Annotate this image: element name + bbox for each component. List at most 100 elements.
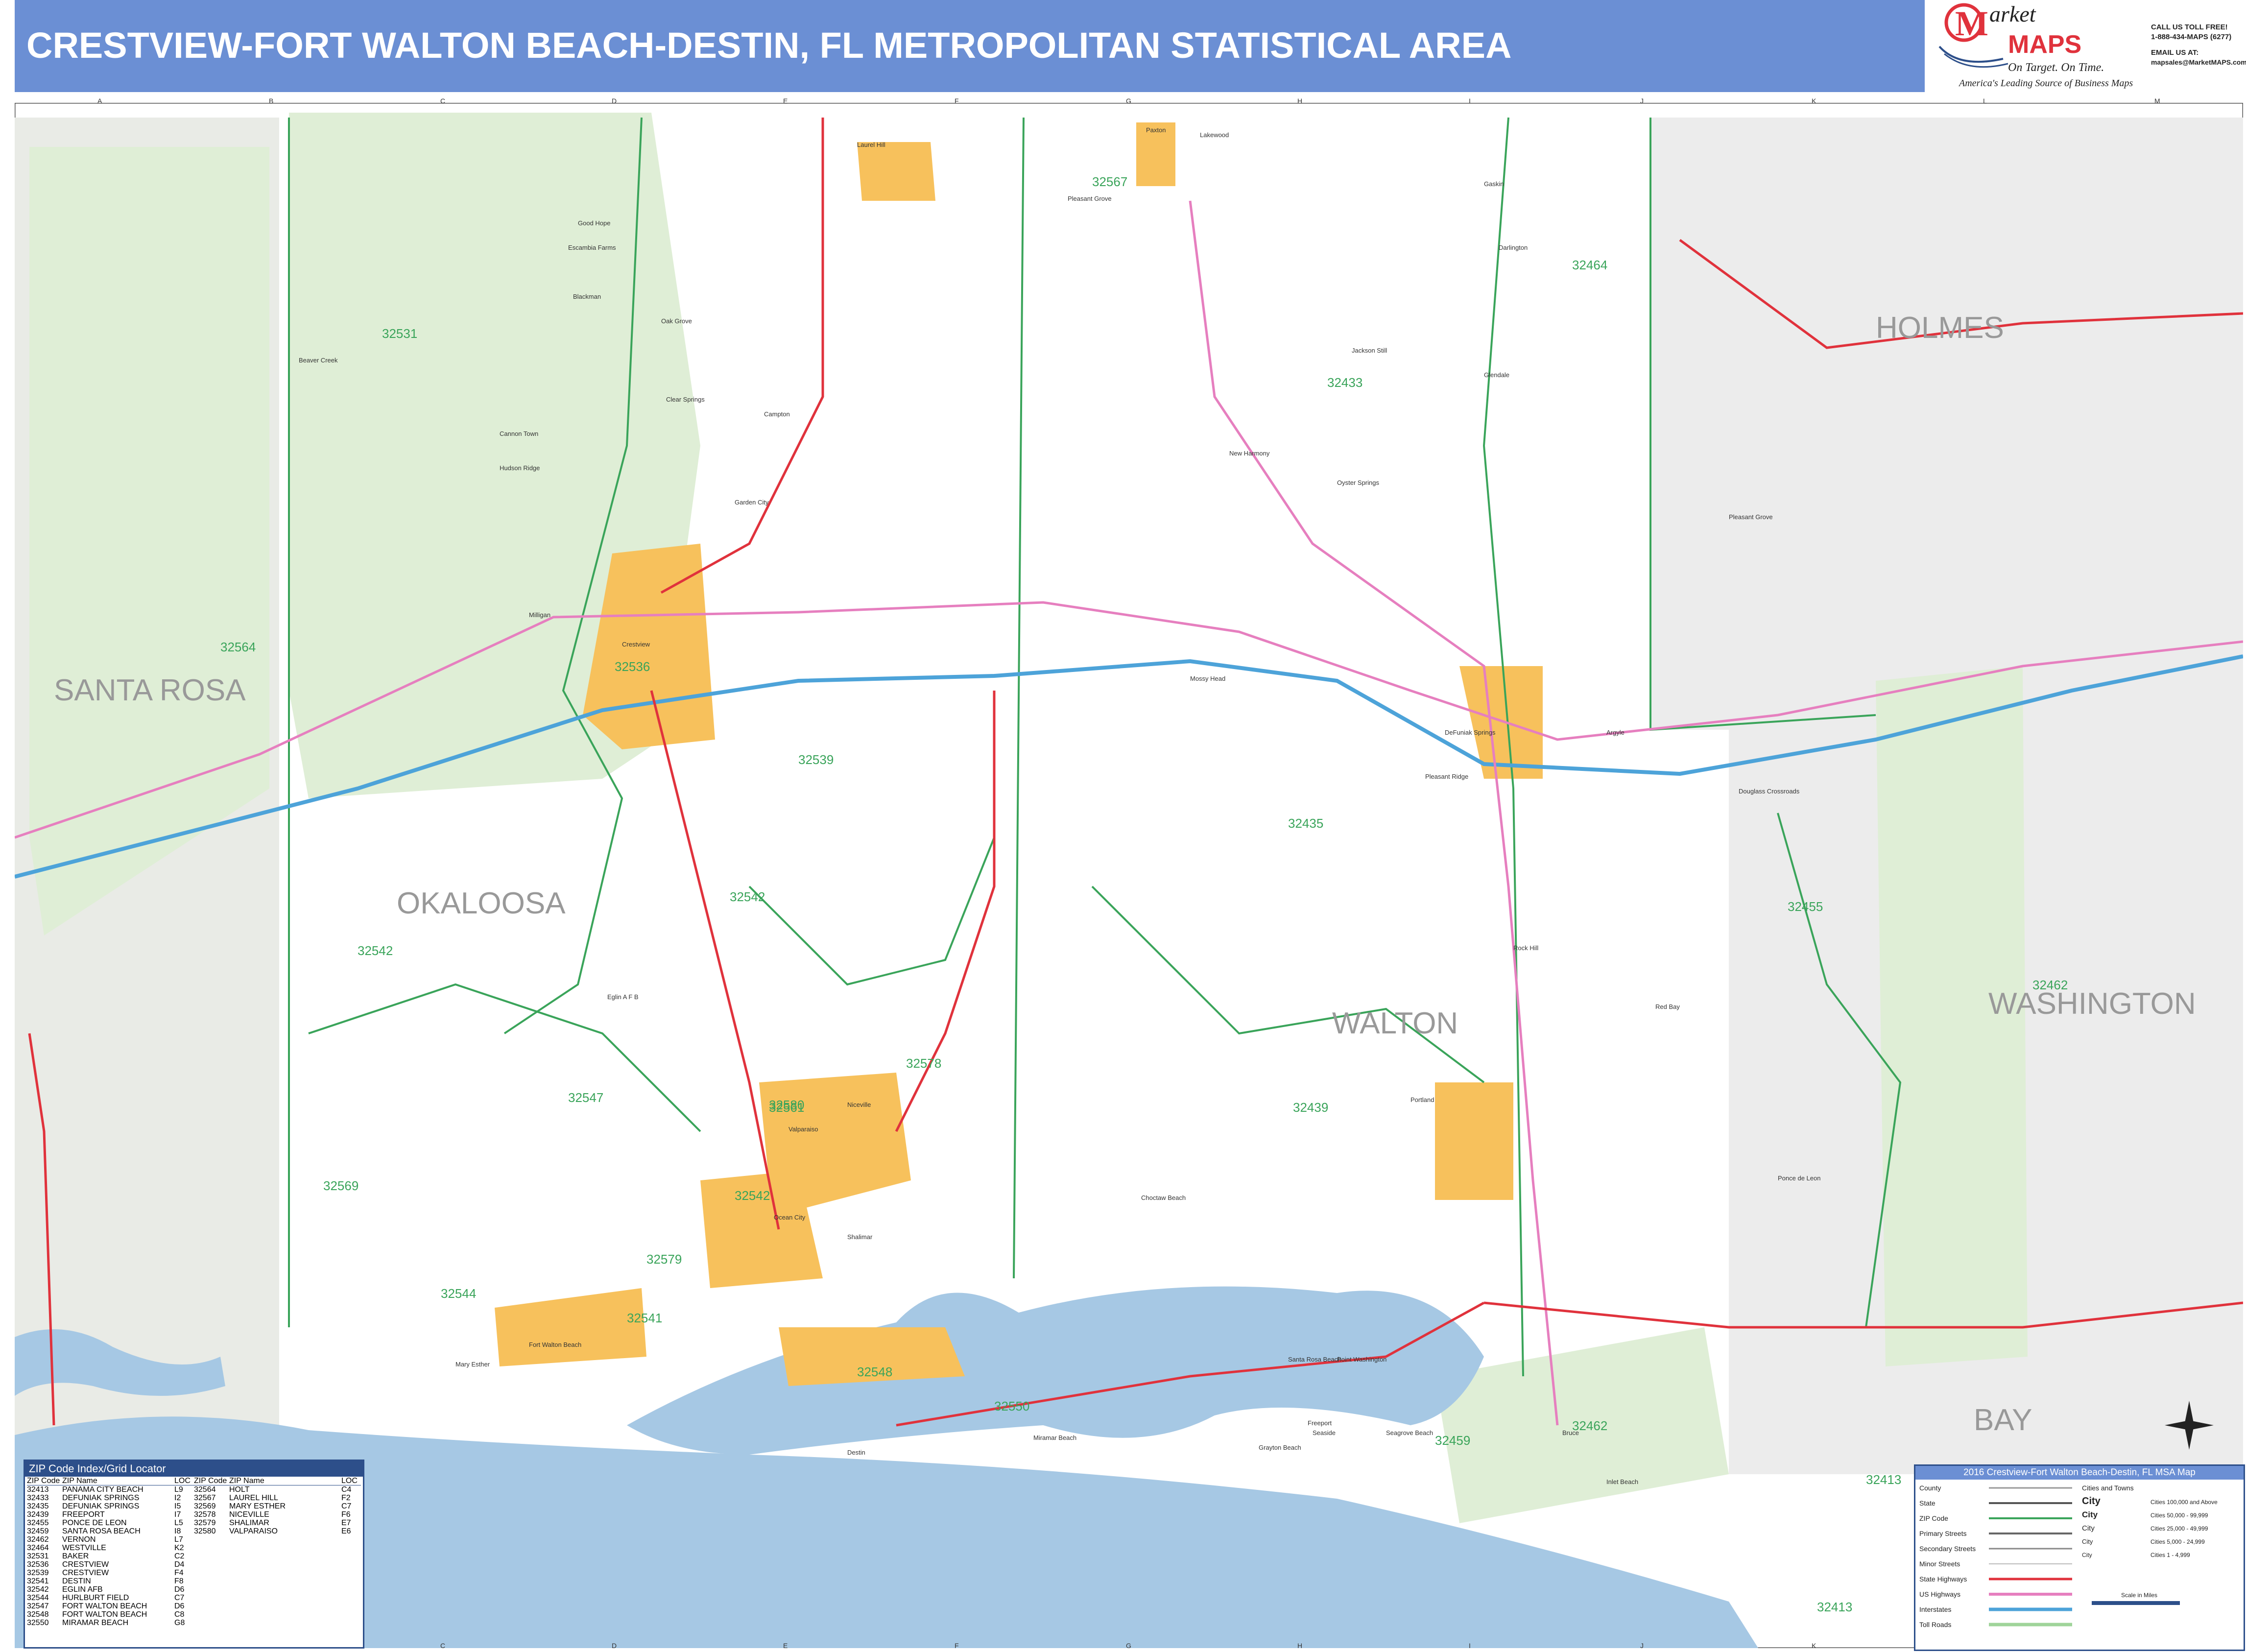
grid-column-label: G: [1126, 1642, 1131, 1650]
grid-column-label: I: [1469, 1642, 1471, 1650]
grid-locator: F8: [174, 1577, 184, 1585]
zip-label: 32413: [1817, 1600, 1852, 1614]
zip-label: 32542: [735, 1188, 770, 1203]
zip-name: HOLT: [229, 1485, 250, 1494]
place-label: Ocean City: [774, 1214, 806, 1221]
logo-tagline: On Target. On Time.: [2008, 61, 2104, 74]
grid-column-label: G: [1126, 97, 1131, 105]
zip-name: VALPARAISO: [229, 1527, 278, 1535]
grid-column-label: L: [1983, 97, 1987, 105]
legend-city-sample: City: [2082, 1510, 2098, 1519]
zip-index-row: 32531 BAKER C2: [27, 1552, 194, 1560]
place-label: Paxton: [1146, 126, 1166, 134]
grid-locator: E7: [341, 1519, 351, 1527]
zip-index-row: 32541 DESTIN F8: [27, 1577, 194, 1585]
zip-index-row: 32542 EGLIN AFB D6: [27, 1585, 194, 1594]
zip-label: 32542: [358, 943, 393, 958]
zip-name: PANAMA CITY BEACH: [62, 1485, 143, 1494]
grid-column-label: B: [269, 97, 273, 105]
zip-label: 32439: [1293, 1100, 1328, 1115]
place-label: Mary Esther: [455, 1361, 490, 1368]
zip-name: MIRAMAR BEACH: [62, 1619, 129, 1627]
zip-label: 32564: [220, 640, 256, 654]
zip-label: 32531: [382, 326, 417, 341]
zip-index-row: 32580 VALPARAISO E6: [194, 1527, 361, 1535]
place-label: Campton: [764, 410, 790, 418]
zip-name: WESTVILLE: [62, 1544, 106, 1552]
zip-name: PONCE DE LEON: [62, 1519, 127, 1527]
zip-label: 32413: [1866, 1472, 1901, 1487]
place-label: Eglin A F B: [607, 993, 639, 1001]
zip-code: 32564: [194, 1485, 216, 1494]
zip-label: 32569: [323, 1178, 358, 1193]
zip-label: 32435: [1288, 816, 1323, 831]
legend-item-label: Interstates: [1919, 1605, 1951, 1613]
place-label: Beaver Creek: [299, 357, 338, 364]
place-label: Destin: [847, 1449, 865, 1456]
zip-index-row: 32544 HURLBURT FIELD C7: [27, 1594, 194, 1602]
grid-locator: I8: [174, 1527, 181, 1535]
place-label: Portland: [1410, 1096, 1434, 1103]
county-santa-rosa: SANTA ROSA: [54, 673, 246, 707]
legend-city-sample: City: [2082, 1538, 2093, 1545]
grid-column-label: M: [2154, 97, 2160, 105]
legend-body: County State ZIP Code Primary Streets Second…: [1919, 1484, 2218, 1628]
zip-name: DEFUNIAK SPRINGS: [62, 1494, 140, 1502]
zip-name: SANTA ROSA BEACH: [62, 1527, 141, 1535]
legend-city-sample: City: [2082, 1496, 2101, 1507]
logo-brand-bottom: MAPS: [2008, 30, 2081, 59]
zip-label: 32544: [441, 1286, 476, 1301]
loc-col-header: LOC: [174, 1477, 191, 1485]
zip-code: 32435: [27, 1502, 49, 1510]
zip-label: 32561: [769, 1100, 804, 1115]
grid-locator: C7: [341, 1502, 352, 1510]
place-label: Cannon Town: [500, 430, 538, 437]
county-bay: BAY: [1974, 1403, 2032, 1437]
zip-name: VERNON: [62, 1535, 96, 1544]
zip-label: 32578: [906, 1056, 941, 1071]
zip-name: NICEVILLE: [229, 1510, 269, 1519]
zip-label: 32567: [1092, 174, 1127, 189]
place-label: Gaskin: [1484, 180, 1504, 188]
header-bar: CRESTVIEW-FORT WALTON BEACH-DESTIN, FL M…: [15, 0, 1925, 92]
phone-number: 1-888-434-MAPS (6277): [2151, 33, 2231, 41]
zip-name: SHALIMAR: [229, 1519, 269, 1527]
place-label: Bruce: [1562, 1429, 1579, 1437]
legend-city-range: Cities 100,000 and Above: [2150, 1499, 2218, 1506]
legend-city-range: Cities 5,000 - 24,999: [2150, 1538, 2205, 1545]
place-label: Choctaw Beach: [1141, 1194, 1186, 1201]
map-area[interactable]: SANTA ROSA OKALOOSA WALTON HOLMES WASHIN…: [15, 103, 2243, 1648]
zip-name: LAUREL HILL: [229, 1494, 278, 1502]
zip-code: 32413: [27, 1485, 49, 1494]
grid-locator: F6: [341, 1510, 351, 1519]
zip-index-row: 32536 CRESTVIEW D4: [27, 1560, 194, 1569]
place-label: Seagrove Beach: [1386, 1429, 1433, 1437]
place-label: Escambia Farms: [568, 244, 616, 251]
logo-m: M: [1955, 4, 1988, 43]
grid-locator: I5: [174, 1502, 181, 1510]
email-label: EMAIL US AT:: [2151, 48, 2198, 57]
zip-code: 32548: [27, 1610, 49, 1619]
grid-column-label: D: [612, 97, 617, 105]
legend-city-range: Cities 50,000 - 99,999: [2150, 1512, 2208, 1519]
zip-index-row: 32550 MIRAMAR BEACH G8: [27, 1619, 194, 1627]
zip-label: 32539: [798, 752, 834, 767]
place-label: Darlington: [1499, 244, 1528, 251]
scale-bar: [2092, 1601, 2180, 1605]
place-label: Grayton Beach: [1259, 1444, 1301, 1451]
place-label: New Harmony: [1229, 450, 1270, 457]
zip-index-row: 32548 FORT WALTON BEACH C8: [27, 1610, 194, 1619]
place-label: Crestview: [622, 641, 650, 648]
grid-locator: I7: [174, 1510, 181, 1519]
zip-label: 32536: [615, 659, 650, 674]
name-col-header: ZIP Name: [62, 1477, 97, 1485]
zip-code: 32462: [27, 1535, 49, 1544]
legend-cities-header: Cities and Towns: [2082, 1484, 2134, 1492]
legend-item-label: State: [1919, 1499, 1935, 1507]
place-label: Shalimar: [847, 1233, 873, 1241]
legend-city-range: Cities 25,000 - 49,999: [2150, 1525, 2208, 1532]
zip-label: 32542: [730, 889, 765, 904]
place-label: Freeport: [1308, 1419, 1332, 1427]
zip-label: 32433: [1327, 375, 1362, 390]
zip-label: 32455: [1788, 899, 1823, 914]
